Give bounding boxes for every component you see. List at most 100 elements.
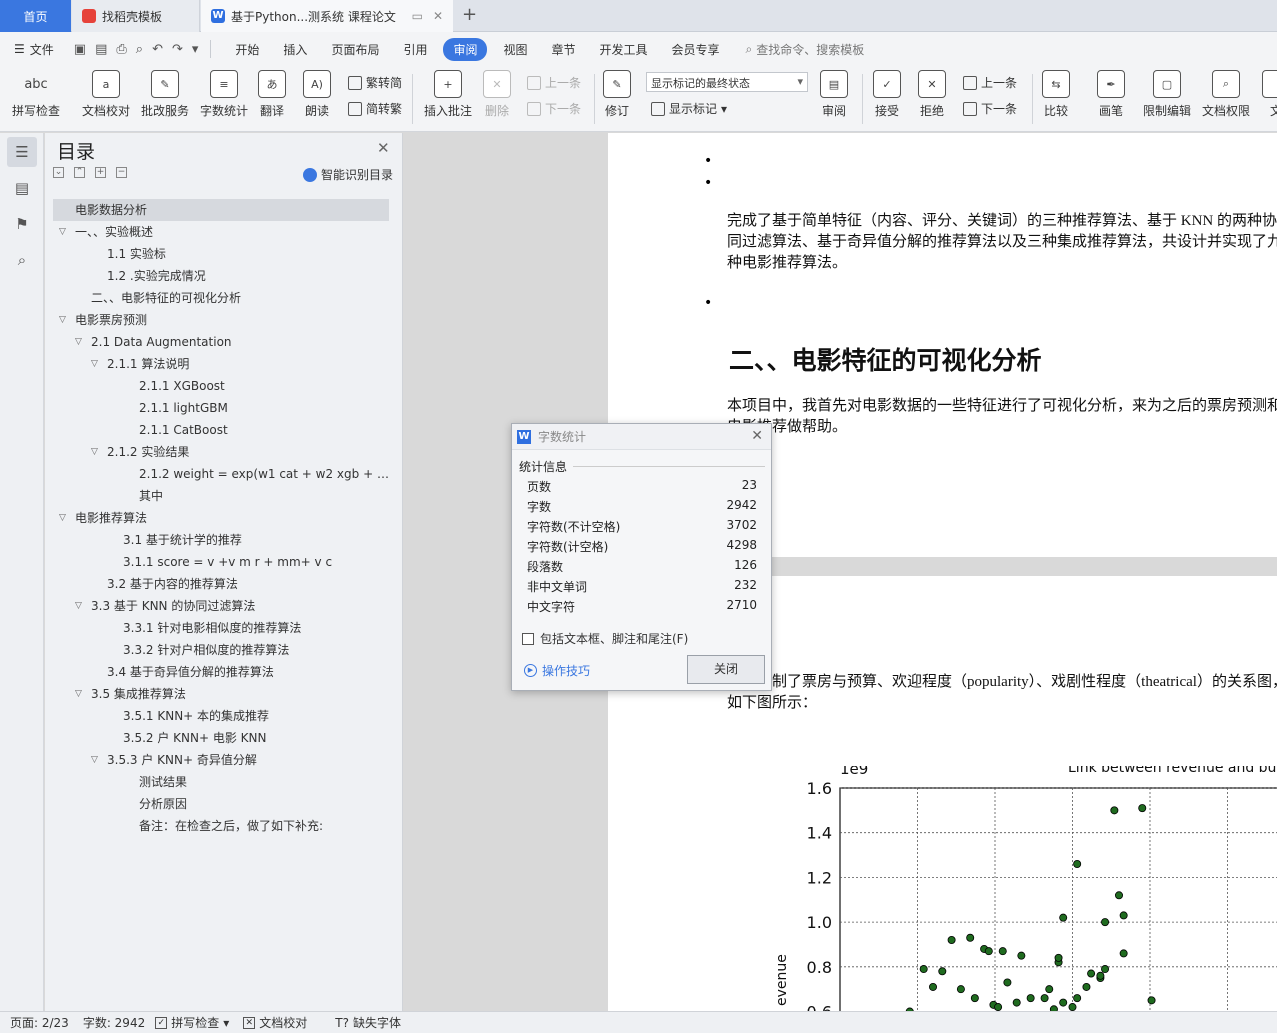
toc-item[interactable]: ▽ 一、、实验概述 <box>53 221 389 243</box>
command-search[interactable]: ⌕ 查找命令、搜索模板 <box>746 41 865 58</box>
next-change-button[interactable]: 下一条 <box>963 100 1017 117</box>
print-icon[interactable]: ⎙ <box>116 42 126 57</box>
menu-start[interactable]: 开始 <box>223 38 271 61</box>
toc-item[interactable]: ▽ 3.5 集成推荐算法 <box>53 683 389 705</box>
prev-change-button[interactable]: 上一条 <box>963 74 1017 91</box>
doc-more-button[interactable]: 文 <box>1262 70 1277 119</box>
doc-proof-button[interactable]: a 文档校对 <box>82 70 130 119</box>
accept-button[interactable]: ✓ 接受 <box>873 70 901 119</box>
expand-all-icon[interactable]: ⌄ <box>53 167 64 178</box>
toc-item[interactable]: 3.3.2 针对户相似度的推荐算法 <box>53 639 389 661</box>
pen-button[interactable]: ✒ 画笔 <box>1097 70 1125 119</box>
spell-check-toggle[interactable]: ✓ 拼写检查 ▾ <box>155 1014 229 1031</box>
remove-heading-icon[interactable]: − <box>116 167 127 178</box>
doc-proof-status[interactable]: ✕ 文档校对 <box>243 1014 307 1031</box>
toc-item[interactable]: 二、、电影特征的可视化分析 <box>53 287 389 309</box>
toc-item[interactable]: ▽ 2.1.2 实验结果 <box>53 441 389 463</box>
chevron-down-icon[interactable]: ▽ <box>91 749 98 771</box>
to-traditional-button[interactable]: 繁转简 <box>348 74 402 91</box>
toc-item[interactable]: 1.2 .实验完成情况 <box>53 265 389 287</box>
doc-permission-button[interactable]: ⌕ 文档权限 <box>1202 70 1250 119</box>
toc-panel-icon[interactable]: ☰ <box>7 137 37 167</box>
toc-item[interactable]: 2.1.1 CatBoost <box>53 419 389 441</box>
close-tab-icon[interactable]: ✕ <box>433 9 443 23</box>
read-aloud-button[interactable]: A) 朗读 <box>303 70 331 119</box>
tab-home[interactable]: 首页 <box>0 0 71 32</box>
next-comment-button[interactable]: 下一条 <box>527 100 581 117</box>
chevron-down-icon[interactable]: ▽ <box>75 595 82 617</box>
close-button[interactable]: 关闭 <box>687 655 765 684</box>
close-icon[interactable]: ✕ <box>751 428 763 444</box>
toc-item[interactable]: ▽ 3.3 基于 KNN 的协同过滤算法 <box>53 595 389 617</box>
tab-document[interactable]: W 基于Python...测系统 课程论文 ▭ ✕ <box>201 0 453 32</box>
toc-item[interactable]: 2.1.1 lightGBM <box>53 397 389 419</box>
bookmark-icon[interactable]: ⚑ <box>7 209 37 239</box>
menu-developer[interactable]: 开发工具 <box>588 38 660 61</box>
tips-link[interactable]: ▶ 操作技巧 <box>524 662 590 679</box>
toc-item[interactable]: ▽ 电影推荐算法 <box>53 507 389 529</box>
export-pdf-icon[interactable]: ▤ <box>95 42 107 57</box>
show-markup-button[interactable]: 显示标记 ▾ <box>651 100 727 117</box>
toc-item[interactable]: 分析原因 <box>53 793 389 815</box>
restrict-edit-button[interactable]: ▢ 限制编辑 <box>1143 70 1191 119</box>
menu-chapter[interactable]: 章节 <box>540 38 588 61</box>
word-count-indicator[interactable]: 字数: 2942 <box>83 1014 145 1031</box>
track-changes-button[interactable]: ✎ 修订 <box>603 70 631 119</box>
chevron-down-icon[interactable]: ▽ <box>91 353 98 375</box>
prev-comment-button[interactable]: 上一条 <box>527 74 581 91</box>
toc-item[interactable]: 3.3.1 针对电影相似度的推荐算法 <box>53 617 389 639</box>
toc-item[interactable]: 备注：在检查之后，做了如下补充: <box>53 815 389 837</box>
menu-review[interactable]: 审阅 <box>443 37 488 61</box>
include-textbox-checkbox[interactable]: 包括文本框、脚注和尾注(F) <box>522 630 688 647</box>
reject-button[interactable]: ✕ 拒绝 <box>918 70 946 119</box>
search-icon[interactable]: ⌕ <box>7 245 37 275</box>
toc-item[interactable]: 2.1.1 XGBoost <box>53 375 389 397</box>
new-tab-icon[interactable]: + <box>462 4 477 25</box>
customize-dropdown-icon[interactable]: ▾ <box>192 42 199 57</box>
toc-item[interactable]: 3.4 基于奇异值分解的推荐算法 <box>53 661 389 683</box>
redo-icon[interactable]: ↷ <box>172 42 183 57</box>
close-icon[interactable]: ✕ <box>377 139 390 157</box>
toc-item[interactable]: 3.5.2 户 KNN+ 电影 KNN <box>53 727 389 749</box>
toc-item[interactable]: ▽ 电影票房预测 <box>53 309 389 331</box>
toc-item[interactable]: 2.1.2 weight = exp(w1 cat + w2 xgb + w3 … <box>53 463 389 485</box>
chevron-down-icon[interactable]: ▽ <box>75 683 82 705</box>
chevron-down-icon[interactable]: ▽ <box>91 441 98 463</box>
compare-button[interactable]: ⇆ 比较 <box>1042 70 1070 119</box>
toc-item[interactable]: 3.1.1 score = v +v m r + mm+ v c <box>53 551 389 573</box>
chapter-nav-icon[interactable]: ▤ <box>7 173 37 203</box>
markup-mode-select[interactable]: 显示标记的最终状态 <box>646 72 808 92</box>
review-pane-button[interactable]: ▤ 审阅 <box>820 70 848 119</box>
spell-check-button[interactable]: abc 拼写检查 <box>12 70 60 119</box>
chevron-down-icon[interactable]: ▽ <box>75 331 82 353</box>
translate-button[interactable]: あ 翻译 <box>258 70 286 119</box>
toc-item[interactable]: 1.1 实验标 <box>53 243 389 265</box>
menu-view[interactable]: 视图 <box>491 38 539 61</box>
toc-item[interactable]: 3.2 基于内容的推荐算法 <box>53 573 389 595</box>
insert-comment-button[interactable]: + 插入批注 <box>424 70 472 119</box>
menu-member[interactable]: 会员专享 <box>660 38 732 61</box>
toc-item[interactable]: 电影数据分析 <box>53 199 389 221</box>
smart-toc-button[interactable]: 智能识别目录 <box>303 166 393 183</box>
print-preview-icon[interactable]: ⌕ <box>136 42 143 57</box>
float-window-icon[interactable]: ▭ <box>412 9 423 23</box>
tab-templates[interactable]: 找稻壳模板 <box>72 0 200 32</box>
toc-item[interactable]: ▽ 3.5.3 户 KNN+ 奇异值分解 <box>53 749 389 771</box>
add-heading-icon[interactable]: + <box>95 167 106 178</box>
toc-item[interactable]: 其中 <box>53 485 389 507</box>
page-indicator[interactable]: 页面: 2/23 <box>10 1014 69 1031</box>
collapse-all-icon[interactable]: ⌃ <box>74 167 85 178</box>
missing-font-status[interactable]: T? 缺失字体 <box>335 1014 401 1031</box>
dialog-titlebar[interactable]: W 字数统计 <box>512 424 771 450</box>
batch-service-button[interactable]: ✎ 批改服务 <box>141 70 189 119</box>
save-icon[interactable]: ▣ <box>74 42 86 57</box>
delete-comment-button[interactable]: ✕ 删除 <box>483 70 511 119</box>
menu-references[interactable]: 引用 <box>391 38 439 61</box>
chevron-down-icon[interactable]: ▽ <box>59 507 66 529</box>
chevron-down-icon[interactable]: ▽ <box>59 309 66 331</box>
toc-item[interactable]: ▽ 2.1 Data Augmentation <box>53 331 389 353</box>
menu-page-layout[interactable]: 页面布局 <box>319 38 391 61</box>
chevron-down-icon[interactable]: ▽ <box>59 221 66 243</box>
menu-insert[interactable]: 插入 <box>271 38 319 61</box>
file-menu[interactable]: ☰ 文件 <box>14 41 54 58</box>
